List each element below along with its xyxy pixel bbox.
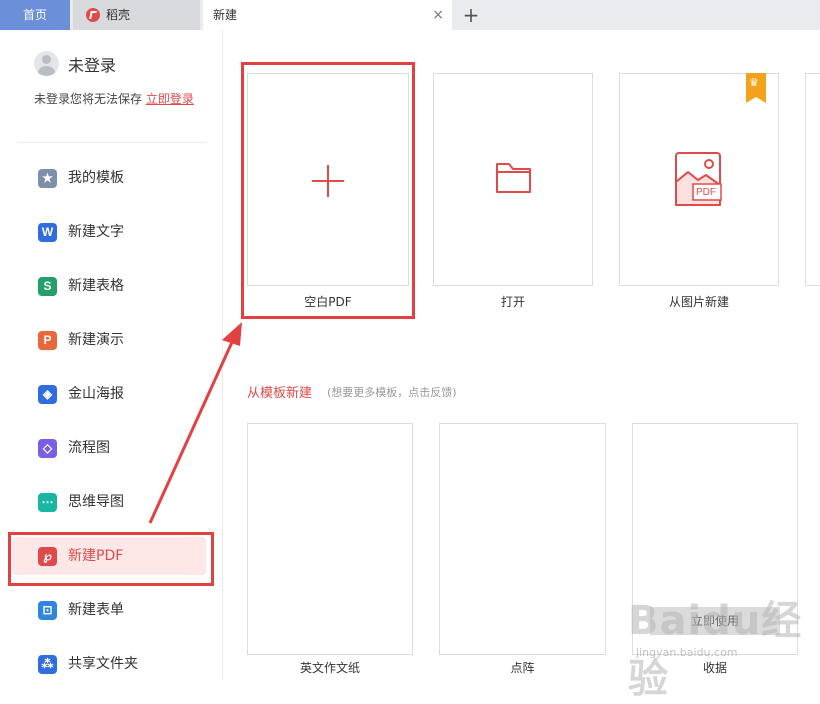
mindmap-icon: ⋯ (38, 493, 57, 512)
sidebar-item-flowchart[interactable]: ◇ 流程图 (12, 429, 206, 467)
sidebar-item-label: 共享文件夹 (68, 656, 138, 672)
image-pdf-text: PDF (696, 187, 716, 198)
sidebar-item-label: 新建表格 (68, 278, 124, 294)
login-tip: 未登录您将无法保存 立即登录 (34, 90, 194, 107)
add-tab-icon[interactable]: + (458, 0, 484, 30)
login-tip-text: 未登录您将无法保存 (34, 92, 143, 106)
flowchart-icon: ◇ (38, 439, 57, 458)
tab-docer[interactable]: 稻壳 (73, 0, 200, 30)
section-title: 从模板新建 (247, 386, 313, 401)
ppt-icon: P (38, 331, 57, 350)
feedback-link[interactable]: (想要更多模板，点击反馈) (327, 384, 457, 400)
tab-new-label: 新建 (213, 8, 238, 22)
sidebar-item-new-form[interactable]: ⊡ 新建表单 (12, 591, 206, 629)
sidebar-item-label: 新建文字 (68, 224, 124, 240)
close-icon[interactable]: × (432, 0, 444, 30)
sidebar-item-label: 新建演示 (68, 332, 124, 348)
sidebar-item-label: 金山海报 (68, 386, 124, 402)
from-image-card[interactable]: PDF (619, 73, 779, 286)
user-name[interactable]: 未登录 (68, 52, 116, 76)
sidebar-item-mindmap[interactable]: ⋯ 思维导图 (12, 483, 206, 521)
template-label: 英文作文纸 (299, 661, 360, 675)
form-icon: ⊡ (38, 601, 57, 620)
sidebar-item-new-doc[interactable]: W 新建文字 (12, 213, 206, 251)
sidebar-item-label: 思维导图 (68, 494, 124, 510)
folder-icon (496, 163, 531, 193)
highlight-box-blank-pdf (241, 62, 415, 319)
sidebar-item-my-templates[interactable]: ★ 我的模板 (12, 159, 206, 197)
poster-icon: ◈ (38, 385, 57, 404)
sidebar-item-new-presentation[interactable]: P 新建演示 (12, 321, 206, 359)
template-card[interactable] (439, 423, 606, 655)
tab-bar: 首页 稻壳 新建 × + (0, 0, 820, 30)
sidebar-item-poster[interactable]: ◈ 金山海报 (12, 375, 206, 413)
from-image-label[interactable]: 从图片新建 (619, 293, 779, 310)
divider (18, 142, 206, 143)
sidebar-item-label: 新建表单 (68, 602, 124, 618)
avatar[interactable] (34, 51, 59, 76)
watermark-url: jingyan.baidu.com (636, 646, 738, 659)
share-folder-icon: ⁂ (38, 655, 57, 674)
image-pdf-icon (675, 152, 722, 206)
template-label: 点阵 (510, 661, 535, 675)
sidebar-item-new-sheet[interactable]: S 新建表格 (12, 267, 206, 305)
partial-card[interactable] (805, 73, 820, 286)
sheet-icon: S (38, 277, 57, 296)
login-link[interactable]: 立即登录 (146, 92, 194, 106)
open-card[interactable] (433, 73, 593, 286)
word-icon: W (38, 223, 57, 242)
tab-home[interactable]: 首页 (0, 0, 70, 30)
tab-new[interactable]: 新建 × (203, 0, 452, 30)
sidebar-item-label: 我的模板 (68, 170, 124, 186)
template-card[interactable] (247, 423, 413, 655)
docer-logo-icon (86, 8, 100, 22)
tab-docer-label: 稻壳 (106, 8, 131, 22)
highlight-box-new-pdf (8, 532, 214, 586)
sidebar-item-label: 流程图 (68, 440, 110, 456)
star-icon: ★ (38, 169, 57, 188)
open-label[interactable]: 打开 (433, 293, 593, 310)
sidebar-item-shared-folder[interactable]: ⁂ 共享文件夹 (12, 645, 206, 683)
crown-icon: ♛ (746, 73, 766, 103)
